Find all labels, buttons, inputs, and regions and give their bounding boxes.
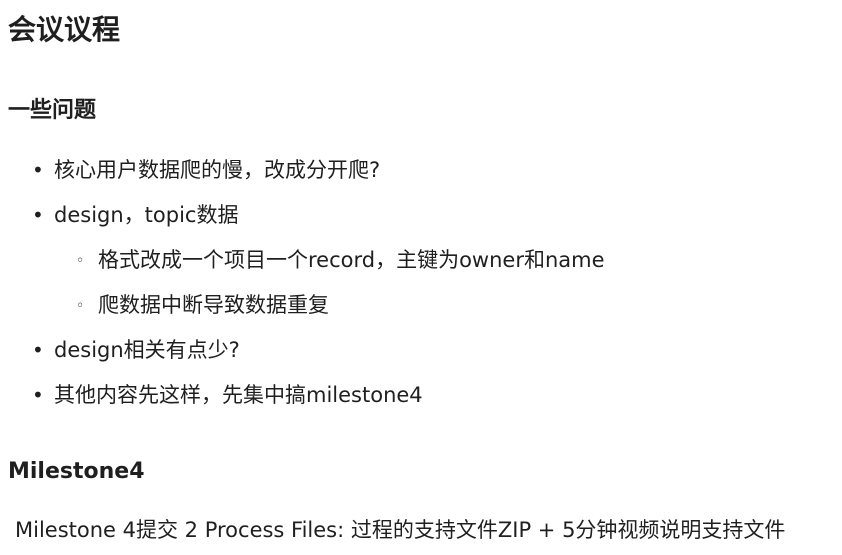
sub-list-item: 格式改成一个项目一个record，主键为owner和name xyxy=(98,248,605,272)
section-heading-milestone: Milestone4 xyxy=(8,459,145,484)
list-item: 其他内容先这样，先集中搞milestone4 xyxy=(54,383,423,407)
bullet-dot: • xyxy=(32,203,44,227)
bullet-dot: • xyxy=(32,338,44,362)
bullet-dot: • xyxy=(32,158,44,182)
list-item: 核心用户数据爬的慢，改成分开爬? xyxy=(54,158,381,182)
sub-bullet-circle: ◦ xyxy=(76,253,85,269)
milestone-description: Milestone 4提交 2 Process Files: 过程的支持文件ZI… xyxy=(15,518,786,542)
bullet-dot: • xyxy=(32,383,44,407)
sub-bullet-circle: ◦ xyxy=(76,298,85,314)
page-title: 会议议程 xyxy=(8,13,121,46)
sub-list-item: 爬数据中断导致数据重复 xyxy=(98,293,329,317)
list-item: design相关有点少? xyxy=(54,338,240,362)
section-heading-issues: 一些问题 xyxy=(8,98,97,123)
list-item: design，topic数据 xyxy=(54,203,239,227)
